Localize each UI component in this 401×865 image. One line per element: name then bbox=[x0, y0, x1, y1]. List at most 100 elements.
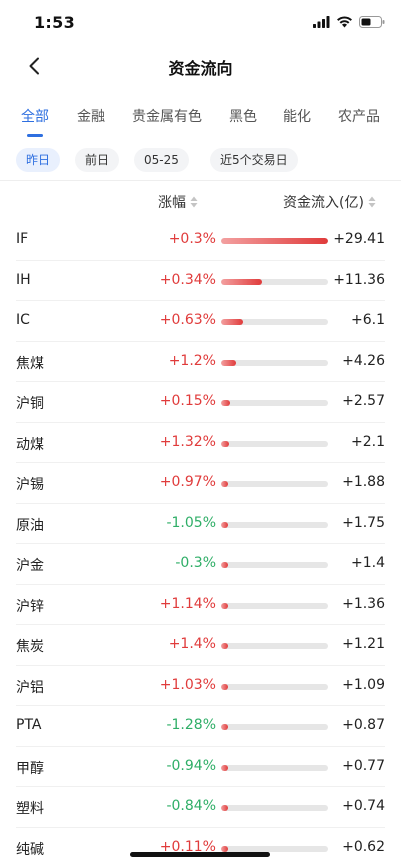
inflow-bar-fill bbox=[221, 440, 229, 447]
header-inflow-label: 资金流入(亿) bbox=[283, 195, 364, 211]
sort-icon bbox=[190, 196, 198, 208]
status-time: 1:53 bbox=[34, 13, 75, 32]
inflow-bar-track bbox=[221, 683, 328, 690]
divider bbox=[0, 180, 401, 181]
table-row[interactable]: 甲醇 -0.94% +0.77 bbox=[16, 747, 385, 787]
table-row[interactable]: 焦煤 +1.2% +4.26 bbox=[16, 342, 385, 382]
change-percent: +0.34% bbox=[159, 271, 216, 288]
change-percent: -0.84% bbox=[166, 798, 216, 814]
chip-date[interactable]: 05-25 bbox=[134, 148, 189, 172]
contract-name: 焦炭 bbox=[16, 639, 44, 655]
tab-precious-metals[interactable]: 贵金属有色 bbox=[132, 106, 202, 126]
inflow-value: +11.36 bbox=[333, 271, 385, 288]
inflow-value: +1.36 bbox=[342, 595, 385, 612]
inflow-bar-track bbox=[221, 602, 328, 609]
sort-by-inflow[interactable]: 资金流入(亿) bbox=[283, 192, 376, 212]
change-percent: +0.3% bbox=[168, 231, 216, 247]
header-change-label: 涨幅 bbox=[158, 195, 186, 211]
table-row[interactable]: 沪金 -0.3% +1.4 bbox=[16, 544, 385, 585]
table-row[interactable]: IC +0.63% +6.1 bbox=[16, 301, 385, 342]
inflow-bar-fill bbox=[221, 805, 228, 811]
table-row[interactable]: 沪锌 +1.14% +1.36 bbox=[16, 585, 385, 625]
inflow-bar-track bbox=[221, 643, 328, 649]
contract-name: 原油 bbox=[16, 517, 44, 534]
table-row[interactable]: 塑料 -0.84% +0.74 bbox=[16, 787, 385, 828]
table-header: 涨幅 资金流入(亿) bbox=[0, 184, 401, 218]
inflow-value: +1.21 bbox=[342, 636, 385, 652]
contract-name: 焦煤 bbox=[16, 355, 44, 372]
inflow-bar-track bbox=[221, 521, 328, 528]
inflow-value: +2.57 bbox=[342, 393, 385, 409]
change-percent: -0.94% bbox=[166, 757, 216, 774]
inflow-bar-track bbox=[221, 724, 328, 730]
inflow-bar-fill bbox=[221, 400, 231, 406]
inflow-bar-track bbox=[221, 319, 328, 325]
chip-yesterday[interactable]: 昨日 bbox=[16, 148, 61, 172]
change-percent: +1.14% bbox=[159, 595, 216, 612]
inflow-bar-track bbox=[221, 845, 328, 852]
table-row[interactable]: IF +0.3% +29.41 bbox=[16, 220, 385, 261]
chip-5-days[interactable]: 近5个交易日 bbox=[210, 148, 298, 172]
inflow-bar-track bbox=[221, 805, 328, 811]
table-row[interactable]: 焦炭 +1.4% +1.21 bbox=[16, 625, 385, 666]
table-row[interactable]: 沪铜 +0.15% +2.57 bbox=[16, 382, 385, 423]
table-row[interactable]: 沪锡 +0.97% +1.88 bbox=[16, 463, 385, 504]
tab-energy-chemical[interactable]: 能化 bbox=[283, 106, 311, 126]
inflow-value: +1.88 bbox=[342, 474, 385, 490]
inflow-bar-fill bbox=[221, 845, 228, 852]
inflow-value: +29.41 bbox=[333, 231, 385, 247]
inflow-value: +1.4 bbox=[351, 555, 385, 571]
contract-name: 塑料 bbox=[16, 801, 44, 817]
sort-by-change[interactable]: 涨幅 bbox=[158, 192, 198, 212]
contract-name: 沪铝 bbox=[16, 679, 44, 696]
inflow-bar-fill bbox=[221, 602, 228, 609]
sort-icon bbox=[368, 196, 376, 208]
table-row[interactable]: 动煤 +1.32% +2.1 bbox=[16, 423, 385, 463]
inflow-value: +0.87 bbox=[342, 717, 385, 733]
inflow-value: +0.74 bbox=[342, 798, 385, 814]
inflow-bar-fill bbox=[221, 724, 228, 730]
inflow-value: +4.26 bbox=[342, 352, 385, 369]
change-percent: +0.15% bbox=[159, 393, 216, 409]
tab-finance[interactable]: 金融 bbox=[77, 106, 105, 126]
inflow-bar-fill bbox=[221, 319, 244, 325]
inflow-value: +1.75 bbox=[342, 514, 385, 531]
table-row[interactable]: 沪铝 +1.03% +1.09 bbox=[16, 666, 385, 706]
active-tab-indicator bbox=[27, 134, 43, 137]
tab-all[interactable]: 全部 bbox=[21, 106, 49, 126]
inflow-bar-track bbox=[221, 481, 328, 487]
status-bar: 1:53 bbox=[0, 0, 401, 44]
inflow-value: +0.77 bbox=[342, 757, 385, 774]
chip-day-before[interactable]: 前日 bbox=[75, 148, 120, 172]
inflow-bar-fill bbox=[221, 278, 263, 285]
contract-name: 甲醇 bbox=[16, 760, 44, 777]
change-percent: +1.32% bbox=[159, 433, 216, 450]
change-percent: -1.28% bbox=[166, 717, 216, 733]
table-row[interactable]: 原油 -1.05% +1.75 bbox=[16, 504, 385, 544]
inflow-value: +2.1 bbox=[351, 433, 385, 450]
tab-agriculture[interactable]: 农产品 bbox=[338, 106, 380, 126]
inflow-bar-fill bbox=[221, 764, 228, 771]
contract-name: 沪锡 bbox=[16, 477, 44, 493]
contract-name: IC bbox=[16, 312, 30, 328]
tab-ferrous[interactable]: 黑色 bbox=[229, 106, 257, 126]
inflow-bar-track bbox=[221, 359, 328, 366]
change-percent: +1.2% bbox=[168, 352, 216, 369]
inflow-value: +6.1 bbox=[351, 312, 385, 328]
inflow-value: +0.62 bbox=[342, 838, 385, 855]
inflow-bar-track bbox=[221, 238, 328, 244]
change-percent: +0.63% bbox=[159, 312, 216, 328]
contract-name: PTA bbox=[16, 717, 42, 733]
inflow-bar-fill bbox=[221, 643, 228, 649]
change-percent: +1.03% bbox=[159, 676, 216, 693]
table-row[interactable]: 纯碱 +0.11% +0.62 bbox=[16, 828, 385, 865]
inflow-bar-track bbox=[221, 562, 328, 568]
home-indicator bbox=[130, 852, 270, 857]
table-row[interactable]: IH +0.34% +11.36 bbox=[16, 261, 385, 301]
change-percent: +0.97% bbox=[159, 474, 216, 490]
change-percent: -1.05% bbox=[166, 514, 216, 531]
inflow-bar-fill bbox=[221, 238, 328, 244]
table-row[interactable]: PTA -1.28% +0.87 bbox=[16, 706, 385, 747]
inflow-bar-fill bbox=[221, 562, 228, 568]
battery-icon bbox=[359, 16, 385, 28]
